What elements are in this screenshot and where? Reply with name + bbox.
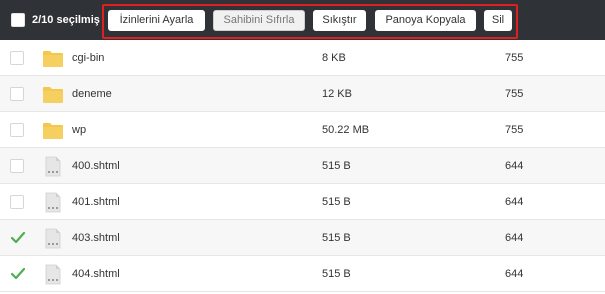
- compress-button[interactable]: Sıkıştır: [313, 10, 366, 31]
- file-toolbar: 2/10 seçilmiş İzinlerini Ayarla Sahibini…: [0, 0, 605, 40]
- file-icon: [45, 264, 61, 285]
- row-checkbox-checked[interactable]: [9, 229, 27, 247]
- delete-button[interactable]: Sil: [484, 10, 512, 31]
- file-name[interactable]: 400.shtml: [72, 159, 120, 173]
- row-checkbox[interactable]: [10, 159, 24, 173]
- file-icon: [45, 156, 61, 177]
- file-row[interactable]: cgi-bin 8 KB 755: [0, 40, 605, 76]
- file-name[interactable]: deneme: [72, 87, 112, 101]
- file-permissions: 644: [505, 232, 524, 244]
- file-permissions: 755: [505, 124, 524, 136]
- file-size: 50.22 MB: [322, 124, 370, 136]
- row-checkbox[interactable]: [10, 195, 24, 209]
- file-permissions: 755: [505, 88, 524, 100]
- file-row[interactable]: wp 50.22 MB 755: [0, 112, 605, 148]
- file-size: 12 KB: [322, 88, 352, 100]
- row-checkbox[interactable]: [10, 123, 24, 137]
- folder-icon: [43, 123, 63, 139]
- file-permissions: 755: [505, 52, 524, 64]
- file-name[interactable]: 404.shtml: [72, 267, 120, 281]
- copy-to-clipboard-button[interactable]: Panoya Kopyala: [375, 10, 476, 31]
- file-row[interactable]: deneme 12 KB 755: [0, 76, 605, 112]
- file-size: 515 B: [322, 160, 351, 172]
- select-all-checkbox[interactable]: [11, 13, 25, 27]
- file-permissions: 644: [505, 268, 524, 280]
- file-icon: [45, 228, 61, 249]
- row-checkbox[interactable]: [10, 87, 24, 101]
- reset-owner-button[interactable]: Sahibini Sıfırla: [213, 10, 305, 31]
- file-size: 515 B: [322, 232, 351, 244]
- file-name[interactable]: 401.shtml: [72, 195, 120, 209]
- file-row[interactable]: 403.shtml 515 B 644: [0, 220, 605, 256]
- file-row[interactable]: 404.shtml 515 B 644: [0, 256, 605, 292]
- file-row[interactable]: 400.shtml 515 B 644: [0, 148, 605, 184]
- file-size: 8 KB: [322, 52, 346, 64]
- file-permissions: 644: [505, 160, 524, 172]
- folder-icon: [43, 51, 63, 67]
- file-icon: [45, 192, 61, 213]
- file-row[interactable]: 401.shtml 515 B 644: [0, 184, 605, 220]
- set-permissions-button[interactable]: İzinlerini Ayarla: [108, 10, 205, 31]
- file-size: 515 B: [322, 268, 351, 280]
- row-checkbox[interactable]: [10, 51, 24, 65]
- file-name[interactable]: 403.shtml: [72, 231, 120, 245]
- selection-count: 2/10 seçilmiş: [32, 14, 100, 26]
- file-permissions: 644: [505, 196, 524, 208]
- file-name[interactable]: cgi-bin: [72, 51, 104, 65]
- file-size: 515 B: [322, 196, 351, 208]
- file-name[interactable]: wp: [72, 123, 86, 137]
- row-checkbox-checked[interactable]: [9, 265, 27, 283]
- folder-icon: [43, 87, 63, 103]
